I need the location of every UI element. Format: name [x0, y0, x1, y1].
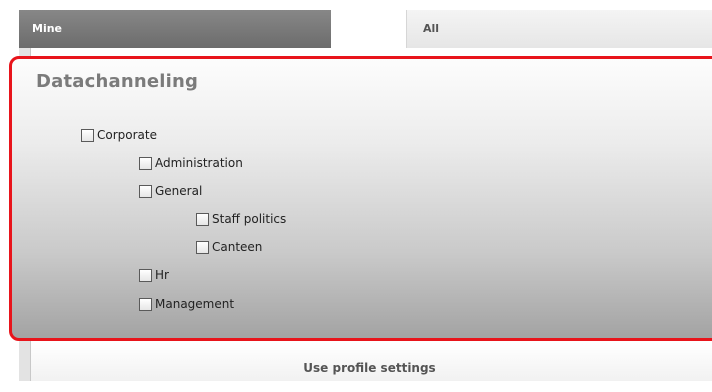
tree-node-label: Staff politics — [212, 212, 287, 226]
tree-node-administration[interactable]: Administration — [139, 155, 243, 171]
tree-node-hr[interactable]: Hr — [139, 267, 169, 283]
tree-node-general[interactable]: General — [139, 183, 202, 199]
tree-node-staff-politics[interactable]: Staff politics — [196, 211, 286, 227]
checkbox[interactable] — [139, 268, 152, 282]
checkbox[interactable] — [139, 184, 152, 198]
checkbox[interactable] — [139, 156, 152, 170]
checkbox[interactable] — [196, 212, 209, 226]
tree-node-corporate[interactable]: Corporate — [81, 127, 157, 143]
panel-title: Datachanneling — [36, 71, 199, 92]
tree-node-label: General — [155, 184, 203, 198]
checkbox[interactable] — [81, 128, 94, 142]
tree-node-label: Administration — [155, 156, 243, 170]
datachanneling-panel: Datachanneling Corporate Administration … — [9, 56, 712, 341]
checkbox[interactable] — [139, 297, 152, 311]
tree-node-label: Management — [155, 297, 235, 311]
tab-all[interactable]: All — [406, 10, 712, 48]
checkbox[interactable] — [196, 240, 209, 254]
tab-mine[interactable]: Mine — [19, 10, 331, 48]
use-profile-settings-button[interactable]: Use profile settings — [31, 344, 712, 381]
tree-node-canteen[interactable]: Canteen — [196, 239, 262, 255]
tree-node-management[interactable]: Management — [139, 296, 234, 312]
footer-bar: Use profile settings — [31, 344, 712, 381]
tree-node-label: Canteen — [212, 240, 263, 254]
tree-node-label: Corporate — [97, 128, 157, 142]
tree-node-label: Hr — [155, 268, 169, 282]
tab-bar: Mine All — [0, 0, 712, 52]
tab-spacer — [331, 10, 406, 48]
